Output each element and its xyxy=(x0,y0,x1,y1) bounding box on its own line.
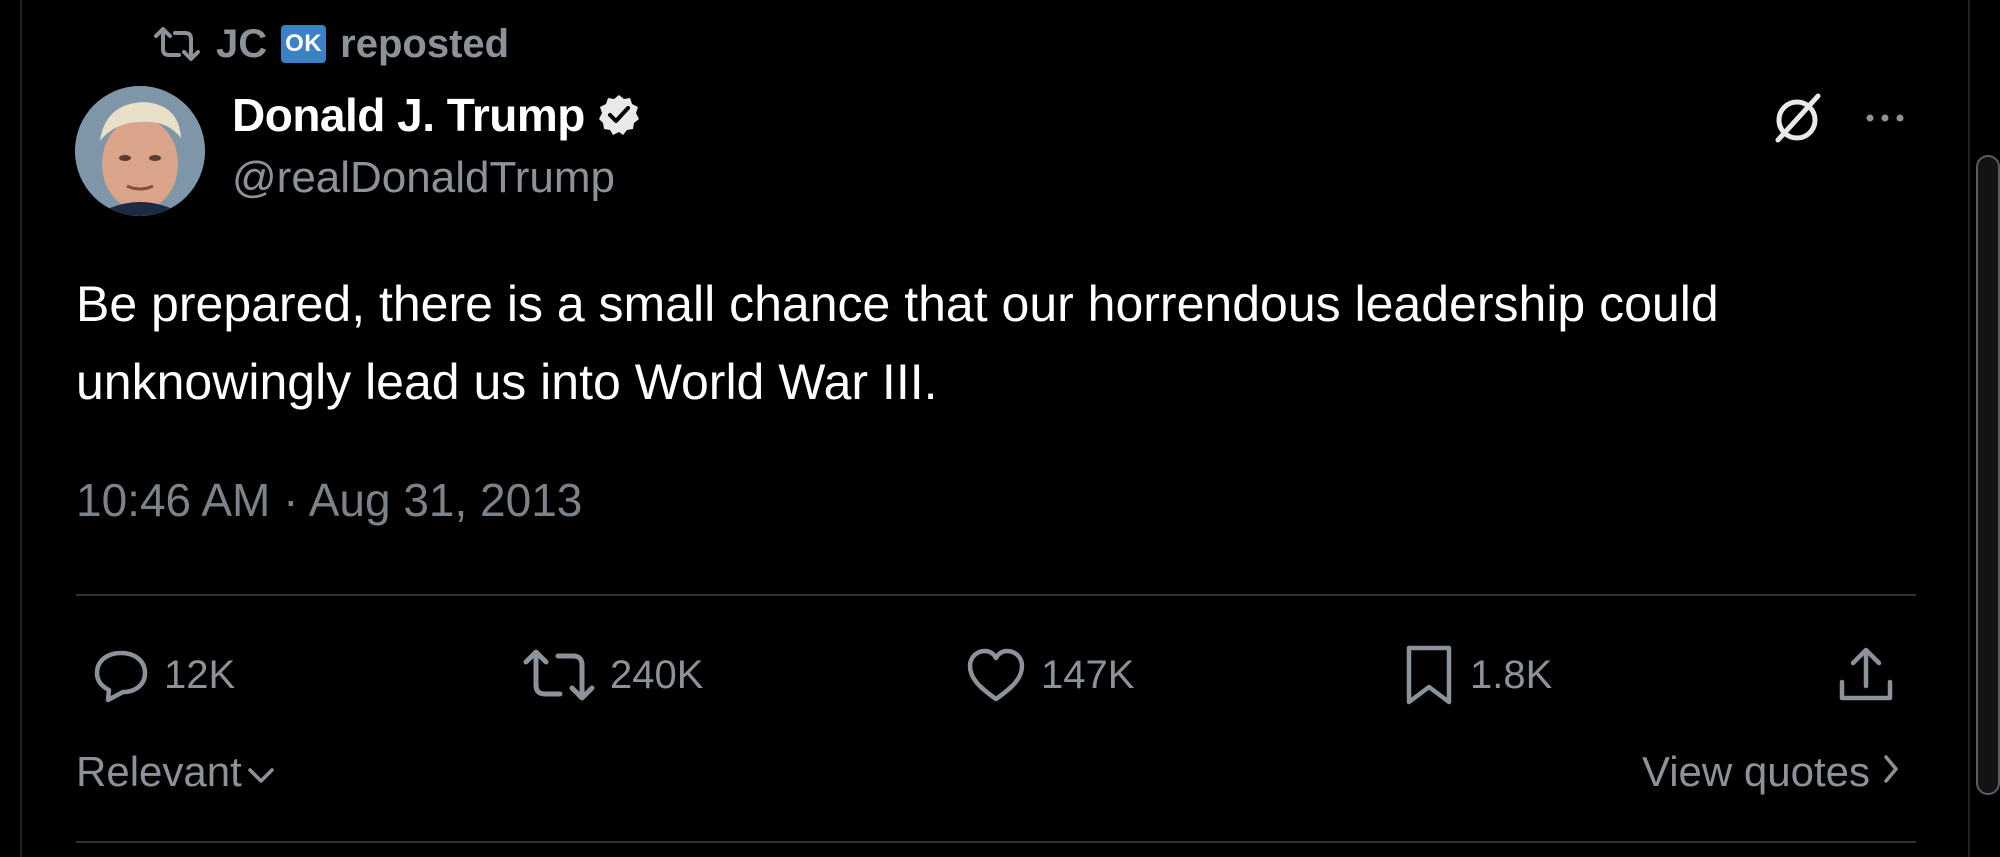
author-name-row[interactable]: Donald J. Trump xyxy=(232,88,641,142)
view-quotes-link[interactable]: View quotes xyxy=(1642,748,1900,796)
repost-button[interactable]: 240K xyxy=(522,642,703,708)
author-display-name[interactable]: Donald J. Trump xyxy=(232,88,585,142)
post-timestamp[interactable]: 10:46 AM · Aug 31, 2013 xyxy=(76,473,582,527)
chevron-right-icon xyxy=(1882,748,1900,796)
scrollbar[interactable] xyxy=(1976,155,2000,795)
repost-header[interactable]: JC OK reposted xyxy=(152,18,509,70)
repost-small-icon xyxy=(152,27,202,61)
like-count: 147K xyxy=(1041,652,1135,697)
grok-icon[interactable] xyxy=(1770,90,1826,146)
repost-icon xyxy=(522,647,596,703)
reply-count: 12K xyxy=(164,652,236,697)
more-icon[interactable] xyxy=(1860,100,1910,136)
bookmark-count: 1.8K xyxy=(1470,652,1553,697)
reply-icon xyxy=(92,646,150,704)
sort-dropdown[interactable]: Relevant xyxy=(76,748,276,796)
repost-label: reposted xyxy=(340,21,510,66)
divider-bottom xyxy=(76,841,1916,843)
repost-count: 240K xyxy=(610,652,704,697)
share-button[interactable] xyxy=(1836,642,1896,708)
sort-label: Relevant xyxy=(76,748,242,795)
repost-user[interactable]: JC xyxy=(216,22,267,67)
author-handle[interactable]: @realDonaldTrump xyxy=(232,153,615,203)
divider-top xyxy=(76,594,1916,596)
verified-badge-icon[interactable] xyxy=(597,93,641,137)
ok-badge: OK xyxy=(281,25,327,63)
heart-icon xyxy=(965,646,1027,704)
share-icon xyxy=(1836,644,1896,706)
like-button[interactable]: 147K xyxy=(965,642,1134,708)
bookmark-button[interactable]: 1.8K xyxy=(1402,642,1552,708)
view-quotes-label: View quotes xyxy=(1641,748,1870,795)
post-text: Be prepared, there is a small chance tha… xyxy=(76,276,1719,410)
reply-button[interactable]: 12K xyxy=(92,642,235,708)
chevron-down-icon xyxy=(246,748,276,796)
bookmark-icon xyxy=(1402,643,1456,707)
avatar[interactable] xyxy=(75,86,205,216)
